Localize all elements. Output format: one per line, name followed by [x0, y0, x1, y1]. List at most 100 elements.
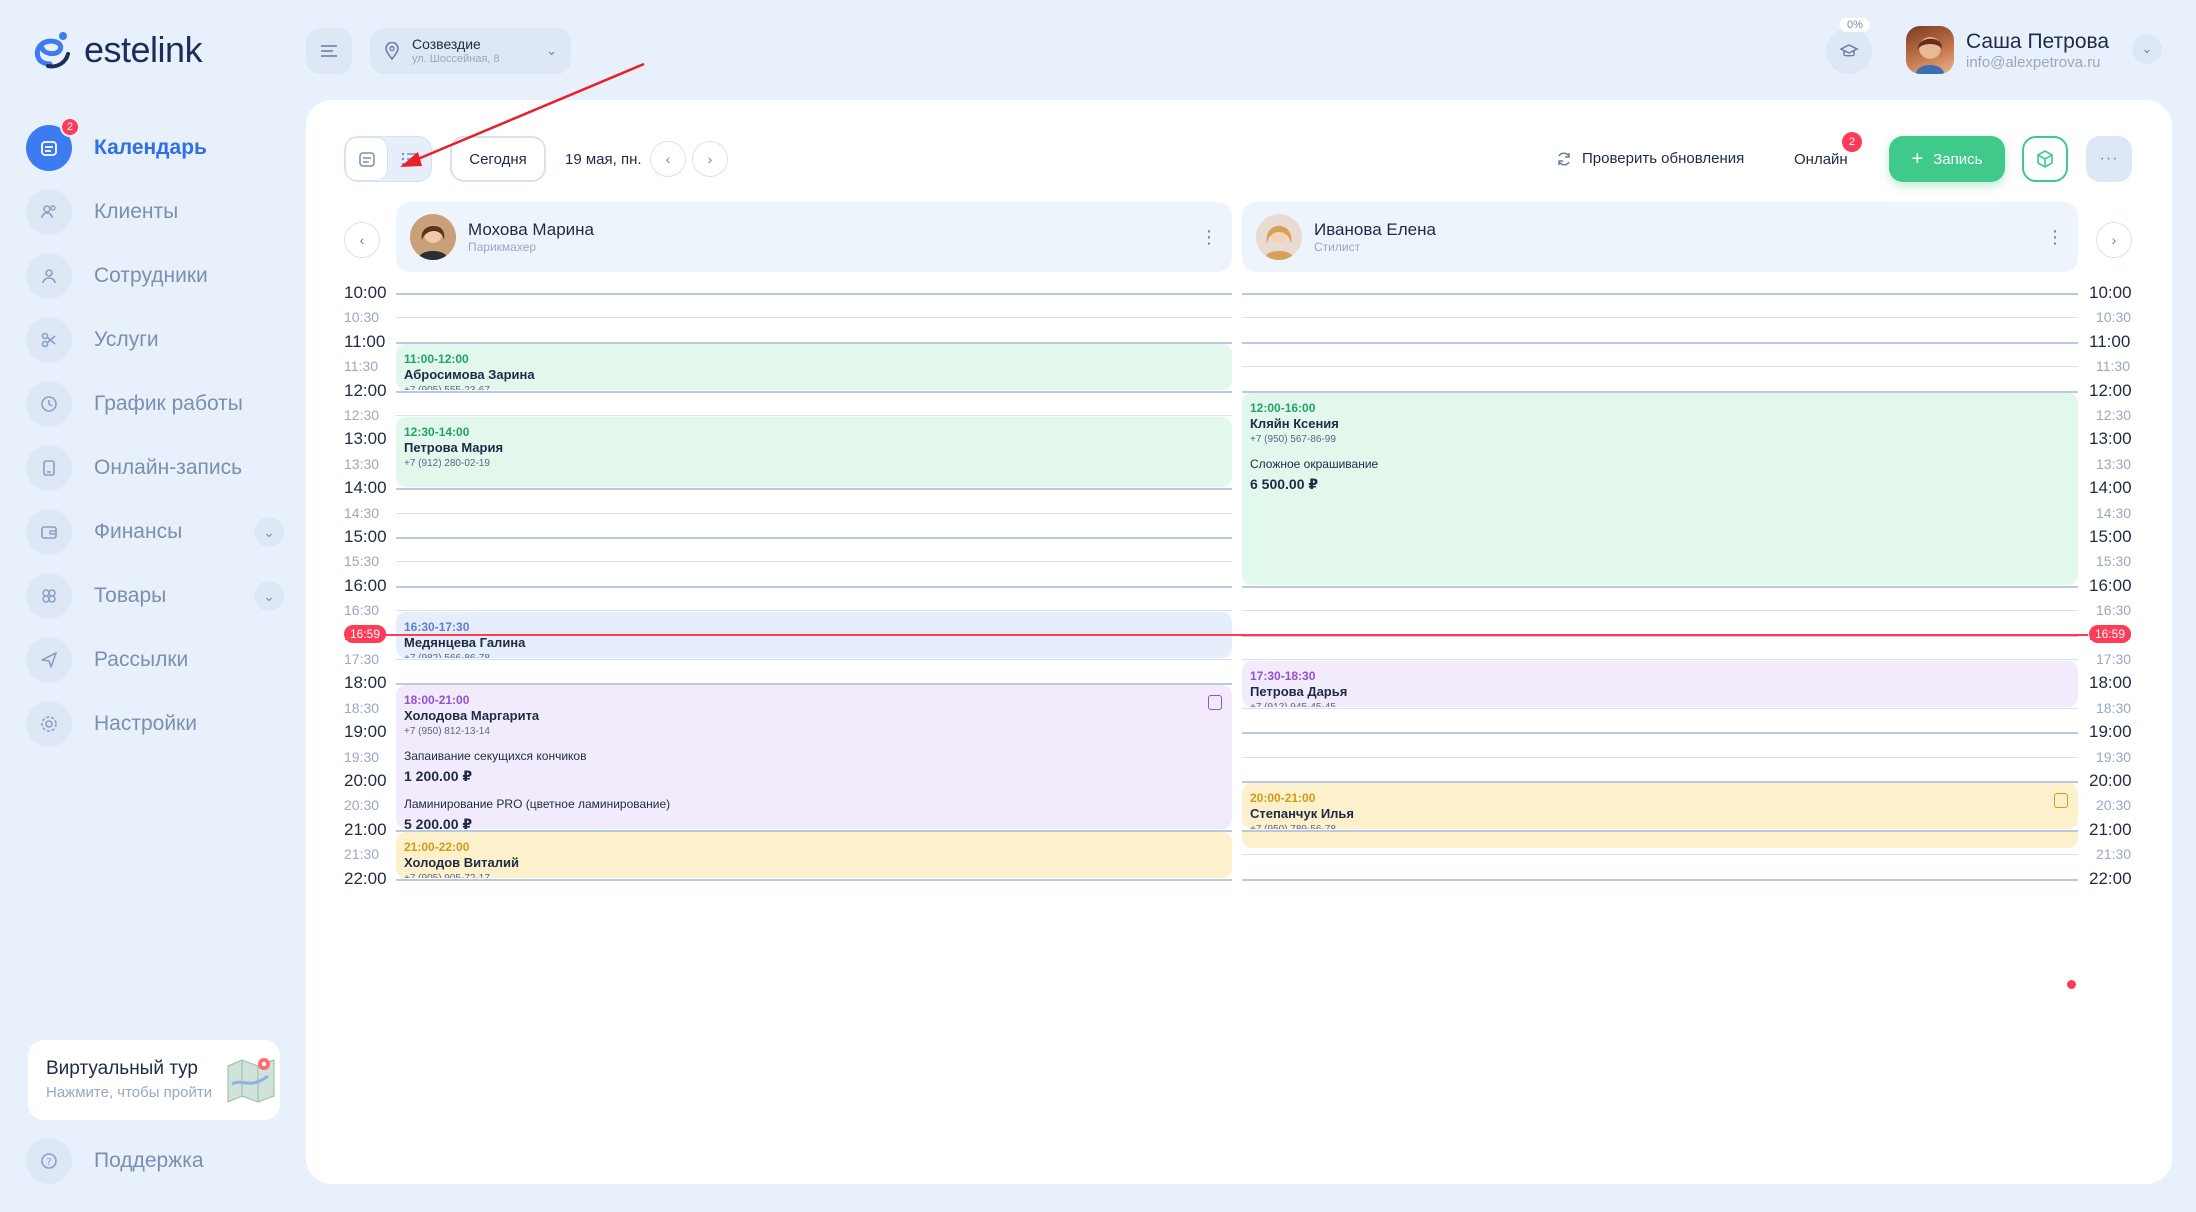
time-slot-label: 14:00: [2089, 478, 2132, 498]
appointment-card[interactable]: 12:30-14:00 Петрова Мария +7 (912) 280-02-…: [396, 417, 1232, 488]
support-label: Поддержка: [94, 1149, 204, 1172]
sidebar-item-label: Товары: [94, 584, 167, 607]
chevron-right-icon: ›: [707, 151, 713, 167]
pin-icon: [385, 42, 399, 60]
add-appointment-button[interactable]: + Запись: [1889, 136, 2005, 182]
current-time-line: [386, 633, 2088, 636]
sidebar-item-clients[interactable]: Клиенты: [26, 180, 284, 244]
sidebar-item-goods[interactable]: Товары ⌄: [26, 564, 284, 628]
client-name: Холодов Виталий: [404, 854, 519, 870]
time-slot-label: 18:00: [2089, 673, 2132, 693]
logo-mark-icon: [34, 32, 70, 69]
time-grid-line: [1242, 854, 2078, 856]
sidebar-item-calendar[interactable]: 2 Календарь: [26, 116, 284, 180]
appointment-card[interactable]: 11:00-12:00Абросимова Зарина +7 (905) 555…: [396, 343, 1232, 390]
staff-role: Стилист: [1314, 240, 1361, 254]
virtual-tour-card[interactable]: Виртуальный тур Нажмите, чтобы пройти: [28, 1040, 280, 1120]
user-name: Саша Петрова: [1966, 29, 2110, 53]
onboarding-progress-button[interactable]: [1826, 28, 1872, 74]
sidebar-item-mailings[interactable]: Рассылки: [26, 628, 284, 692]
time-slot-label: 10:00: [344, 283, 387, 302]
sidebar-item-staff[interactable]: Сотрудники: [26, 244, 284, 308]
sidebar-item-finance[interactable]: Финансы ⌄: [26, 500, 284, 564]
time-grid-line: [396, 561, 1232, 563]
brand-name: estelink: [84, 29, 203, 70]
time-slot-label: 13:30: [344, 455, 380, 472]
chevron-down-icon[interactable]: ⌄: [2132, 34, 2162, 64]
time-slot-label: 18:30: [344, 699, 380, 716]
kebab-menu-icon[interactable]: ⋮: [2046, 227, 2064, 248]
staff-column-header[interactable]: Мохова Марина Парикмахер ⋮: [396, 202, 1232, 272]
time-slot-label: 10:30: [344, 309, 380, 326]
kebab-menu-icon[interactable]: ⋮: [1200, 227, 1218, 248]
time-slot-label: 19:00: [344, 722, 387, 742]
time-slot-label: 11:00: [344, 331, 386, 351]
calendar-view-button[interactable]: [345, 137, 389, 181]
time-slot-label: 16:30: [2096, 602, 2132, 619]
user-profile[interactable]: Саша Петрова info@alexpetrova.ru: [1906, 26, 2109, 74]
appointment-card[interactable]: 20:00-21:00Степанчук Илья +7 (950) 789-56…: [1242, 783, 2078, 829]
appointment-card[interactable]: 18:00-21:00 Холодова Маргарита +7 (950) 81…: [396, 685, 1232, 829]
time-slot-label: 17:30: [2096, 651, 2132, 667]
prev-staff-button[interactable]: ‹: [344, 222, 380, 258]
sidebar-item-label: Рассылки: [94, 648, 189, 671]
appointment-card[interactable]: 12:00-16:00 Кляйн Ксения +7 (950) 567-86-9…: [1242, 392, 2078, 585]
staff-name: Мохова Марина: [468, 219, 594, 239]
sidebar-item-label: Календарь: [94, 136, 207, 159]
client-phone: +7 (950) 812-13-14: [404, 726, 490, 738]
time-grid-line: [396, 390, 1232, 393]
sidebar-item-label: Услуги: [94, 328, 159, 351]
appointment-card[interactable]: 17:30-18:30Петрова Дарья +7 (912) 945-45-…: [1242, 661, 2078, 707]
next-staff-button[interactable]: ›: [2096, 222, 2132, 258]
time-slot-label: 15:00: [2089, 527, 2132, 546]
time-slot-label: 16:30: [344, 602, 380, 619]
box-icon: [26, 573, 72, 619]
appointment-time: 17:30-18:30: [1250, 669, 1316, 683]
sidebar-item-label: Онлайн-запись: [94, 456, 243, 479]
sidebar-item-schedule[interactable]: График работы: [26, 372, 284, 436]
time-grid-line: [1242, 707, 2078, 709]
graduation-cap-icon: [1839, 44, 1859, 57]
scissors-icon: [26, 317, 72, 363]
chevron-down-icon[interactable]: ⌄: [254, 581, 284, 611]
sidebar-item-services[interactable]: Услуги: [26, 308, 284, 372]
sidebar-item-settings[interactable]: Настройки: [26, 692, 284, 756]
check-updates-button[interactable]: Проверить обновления: [1556, 150, 1744, 167]
cube-button[interactable]: [2022, 136, 2068, 182]
time-slot-label: 12:30: [344, 407, 380, 423]
client-name: Петрова Дарья: [1250, 684, 1348, 699]
service-price: 1 200.00 ₽: [404, 768, 473, 785]
time-slot-label: 16:00: [344, 575, 387, 595]
time-slot-label: 12:00: [2089, 380, 2132, 400]
support-link[interactable]: ? Поддержка: [26, 1138, 204, 1184]
clients-icon: [26, 189, 72, 235]
refresh-icon: [1558, 151, 1570, 166]
appointment-card[interactable]: 21:00-22:00Холодов Виталий +7 (905) 905-7…: [396, 831, 1232, 878]
time-grid-line: [1242, 610, 2078, 612]
time-slot-label: 11:30: [344, 358, 378, 375]
time-grid-line: [1242, 878, 2078, 881]
location-name: Созвездие: [412, 36, 481, 53]
next-day-button[interactable]: ›: [692, 141, 728, 177]
time-grid-line: [1242, 585, 2078, 588]
client-name: Петрова Мария: [404, 440, 504, 455]
chevron-down-icon[interactable]: ⌄: [254, 517, 284, 547]
menu-toggle-button[interactable]: [306, 28, 352, 74]
avatar: [410, 214, 456, 260]
time-grid-line: [1242, 317, 2078, 319]
menu-icon: [321, 45, 337, 57]
service-price: 6 500.00 ₽: [1250, 475, 1319, 492]
logo[interactable]: estelink: [28, 28, 203, 72]
sidebar-item-online-booking[interactable]: Онлайн-запись: [26, 436, 284, 500]
avatar: [1906, 26, 1954, 74]
time-slot-label: 13:00: [344, 429, 387, 449]
service-name: Запаивание секущихся кончиков: [404, 749, 587, 764]
staff-column-header[interactable]: Иванова Елена Стилист ⋮: [1242, 202, 2078, 272]
online-button[interactable]: Онлайн: [1794, 151, 1848, 168]
more-options-button[interactable]: ···: [2086, 136, 2132, 182]
calendar-icon: [358, 152, 375, 167]
time-grid-line: [396, 415, 1232, 416]
time-grid-line: [396, 537, 1232, 539]
appointment-time: 20:00-21:00: [1250, 791, 1316, 805]
chevron-down-icon: ⌄: [546, 43, 557, 58]
